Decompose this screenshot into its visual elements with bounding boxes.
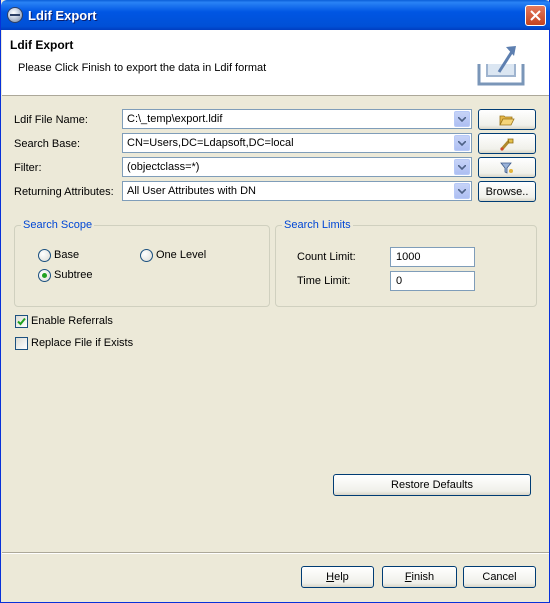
count-limit-value: 1000 — [396, 251, 421, 263]
window-title: Ldif Export — [28, 8, 97, 23]
replace-file-checkbox[interactable] — [15, 337, 28, 350]
browse-attributes-button[interactable]: Browse.. — [478, 181, 536, 202]
filter-label: Filter: — [14, 162, 42, 174]
chevron-down-icon[interactable] — [454, 111, 470, 127]
browse-search-base-button[interactable] — [478, 133, 536, 154]
file-name-value: C:\_temp\export.ldif — [127, 113, 223, 125]
finish-label: Finish — [404, 571, 435, 583]
cancel-button[interactable]: Cancel — [463, 566, 536, 588]
help-button[interactable]: Help — [301, 566, 374, 588]
filter-value: (objectclass=*) — [127, 161, 200, 173]
close-button[interactable] — [525, 5, 546, 26]
header-description: Please Click Finish to export the data i… — [18, 62, 267, 74]
wizard-header: Ldif Export Please Click Finish to expor… — [2, 30, 549, 96]
time-limit-value: 0 — [396, 275, 403, 287]
scope-base-radio[interactable] — [38, 249, 51, 262]
restore-defaults-label: Restore Defaults — [391, 479, 473, 491]
export-icon — [477, 46, 525, 86]
filter-icon — [500, 162, 513, 174]
filter-builder-button[interactable] — [478, 157, 536, 178]
ldif-export-dialog: Ldif Export Ldif Export Please Click Fin… — [0, 0, 550, 603]
returning-attributes-value: All User Attributes with DN — [127, 185, 256, 197]
replace-file-label[interactable]: Replace File if Exists — [31, 337, 133, 349]
close-icon — [530, 10, 541, 21]
browse-attributes-label: Browse.. — [485, 185, 529, 198]
returning-attributes-combo[interactable]: All User Attributes with DN — [122, 181, 472, 201]
browse-tree-icon — [500, 138, 514, 151]
header-title: Ldif Export — [10, 38, 74, 52]
title-bar[interactable]: Ldif Export — [1, 0, 550, 30]
help-label: Help — [326, 571, 349, 583]
count-limit-label: Count Limit: — [297, 251, 356, 263]
count-limit-input[interactable]: 1000 — [390, 247, 475, 267]
scope-subtree-label[interactable]: Subtree — [54, 269, 93, 281]
finish-button[interactable]: Finish — [382, 566, 457, 588]
app-icon — [7, 7, 23, 23]
chevron-down-icon[interactable] — [454, 135, 470, 151]
scope-base-label[interactable]: Base — [54, 249, 79, 261]
browse-file-button[interactable] — [478, 109, 536, 130]
search-scope-group — [14, 225, 270, 307]
time-limit-input[interactable]: 0 — [390, 271, 475, 291]
enable-referrals-checkbox[interactable] — [15, 315, 28, 328]
search-base-label: Search Base: — [14, 138, 81, 150]
time-limit-label: Time Limit: — [297, 275, 351, 287]
scope-subtree-radio[interactable] — [38, 269, 51, 282]
filter-combo[interactable]: (objectclass=*) — [122, 157, 472, 177]
file-name-combo[interactable]: C:\_temp\export.ldif — [122, 109, 472, 129]
chevron-down-icon[interactable] — [454, 183, 470, 199]
checkmark-icon — [17, 317, 26, 326]
search-base-combo[interactable]: CN=Users,DC=Ldapsoft,DC=local — [122, 133, 472, 153]
restore-defaults-button[interactable]: Restore Defaults — [333, 474, 531, 496]
returning-attributes-label: Returning Attributes: — [14, 186, 114, 198]
enable-referrals-label[interactable]: Enable Referrals — [31, 315, 113, 327]
search-base-value: CN=Users,DC=Ldapsoft,DC=local — [127, 137, 294, 149]
chevron-down-icon[interactable] — [454, 159, 470, 175]
search-scope-title: Search Scope — [21, 219, 95, 231]
scope-one-level-label[interactable]: One Level — [156, 249, 206, 261]
search-limits-title: Search Limits — [282, 219, 353, 231]
folder-open-icon — [499, 115, 515, 125]
footer-separator — [2, 552, 549, 554]
cancel-label: Cancel — [482, 571, 517, 583]
scope-one-level-radio[interactable] — [140, 249, 153, 262]
file-name-label: Ldif File Name: — [14, 114, 88, 126]
